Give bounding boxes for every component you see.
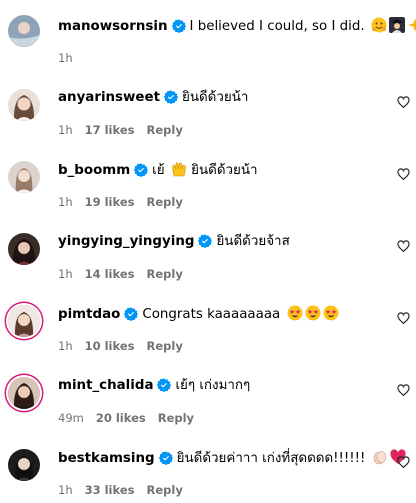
comment-time: 1h: [58, 123, 73, 137]
avatar[interactable]: [8, 233, 40, 265]
comment-item: bestkamsing ยินดีด้วยค่าาา เก่งที่สุดดดด!…: [0, 444, 416, 503]
comment-time: 1h: [58, 267, 73, 281]
username[interactable]: yingying_yingying: [58, 234, 194, 249]
star-struck-emoji: [287, 305, 303, 321]
caption-text: I believed I could, so I did.: [189, 19, 365, 34]
comment-time: 1h: [58, 339, 73, 353]
username[interactable]: mint_chalida: [58, 378, 153, 393]
star-struck-emoji: [305, 305, 321, 321]
reply-button[interactable]: Reply: [146, 123, 182, 137]
comment-item: pimtdao Congrats kaaaaaaaa 1h 10 likes Repl…: [0, 300, 416, 360]
verified-badge-icon: [134, 163, 149, 177]
likes-count[interactable]: 17 likes: [85, 123, 135, 137]
username[interactable]: pimtdao: [58, 307, 120, 322]
verified-badge-icon: [124, 307, 139, 321]
username[interactable]: manowsornsin: [58, 19, 168, 34]
avatar-story-ring[interactable]: [8, 305, 40, 337]
verified-badge-icon: [171, 19, 186, 33]
post-caption: manowsornsin I believed I could, so I did…: [0, 0, 416, 70]
reply-button[interactable]: Reply: [158, 411, 194, 425]
like-heart-icon[interactable]: [397, 384, 410, 397]
likes-count[interactable]: 14 likes: [85, 267, 135, 281]
comment-text: Congrats kaaaaaaaa: [142, 307, 281, 322]
like-heart-icon[interactable]: [397, 240, 410, 253]
star-struck-emoji: [323, 305, 339, 321]
comment-text: ยินดีด้วยน้า: [191, 163, 258, 178]
comment-text-prefix: เย้: [152, 163, 165, 178]
reply-button[interactable]: Reply: [146, 483, 182, 497]
reply-button[interactable]: Reply: [146, 339, 182, 353]
likes-count[interactable]: 33 likes: [85, 483, 135, 497]
verified-badge-icon: [163, 90, 178, 104]
username[interactable]: b_boomm: [58, 163, 130, 178]
clapping-hands-emoji: [373, 451, 386, 465]
comment-time: 49m: [58, 411, 84, 425]
comment-time: 1h: [58, 195, 73, 209]
comment-item: anyarinsweet ยินดีด้วยน้า 1h 17 likes Reply: [0, 84, 416, 144]
comment-time: 1h: [58, 51, 73, 65]
sparkles-emoji: [407, 18, 416, 32]
verified-badge-icon: [158, 451, 173, 465]
hugging-face-emoji: [371, 17, 387, 33]
comment-text: ยินดีด้วยค่าาา เก่งที่สุดดดด!!!!!!: [176, 451, 366, 466]
username[interactable]: anyarinsweet: [58, 90, 160, 105]
verified-badge-icon: [157, 378, 172, 392]
like-heart-icon[interactable]: [397, 456, 410, 469]
comment-item: b_boomm เย้ ยินดีด้วยน้า 1h 19 likes Reply: [0, 156, 416, 216]
likes-count[interactable]: 20 likes: [96, 411, 146, 425]
comment-item: yingying_yingying ยินดีด้วยจ้าส 1h 14 like…: [0, 228, 416, 288]
comment-text: ยินดีด้วยจ้าส: [216, 234, 290, 249]
avatar-story-ring[interactable]: [8, 377, 40, 409]
verified-badge-icon: [198, 234, 213, 248]
likes-count[interactable]: 19 likes: [85, 195, 135, 209]
comment-item: mint_chalida เย้ๆ เก่งมากๆ 49m 20 likes Rep…: [0, 372, 416, 432]
graduation-person-emoji: [388, 17, 405, 33]
comment-text: เย้ๆ เก่งมากๆ: [175, 378, 251, 393]
reply-button[interactable]: Reply: [146, 195, 182, 209]
like-heart-icon[interactable]: [397, 312, 410, 325]
username[interactable]: bestkamsing: [58, 451, 155, 466]
avatar[interactable]: [8, 449, 40, 481]
comment-text: ยินดีด้วยน้า: [181, 90, 249, 105]
like-heart-icon[interactable]: [397, 96, 410, 109]
like-heart-icon[interactable]: [397, 168, 410, 181]
avatar[interactable]: [8, 161, 40, 193]
avatar[interactable]: [8, 89, 40, 121]
reply-button[interactable]: Reply: [146, 267, 182, 281]
likes-count[interactable]: 10 likes: [85, 339, 135, 353]
avatar[interactable]: [8, 15, 40, 47]
comment-time: 1h: [58, 483, 73, 497]
raising-hands-emoji: [172, 162, 186, 177]
